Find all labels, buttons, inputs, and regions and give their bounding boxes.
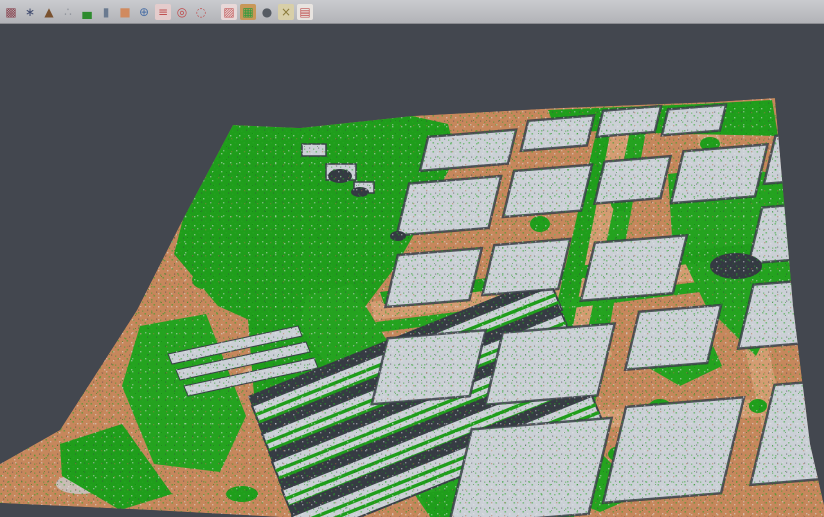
layers-icon[interactable]: ≡ — [155, 4, 171, 20]
building-icon[interactable]: ▮ — [98, 4, 114, 20]
points-icon[interactable]: ∗ — [22, 4, 38, 20]
selection-icon[interactable]: ◌ — [193, 4, 209, 20]
gear-icon[interactable]: ◎ — [174, 4, 190, 20]
ground-class-icon[interactable]: ■ — [117, 4, 133, 20]
toolbar-group-2: ▨▦●×▤ — [221, 4, 313, 20]
delete-icon[interactable]: ▨ — [221, 4, 237, 20]
vegetation-icon[interactable]: ▄ — [79, 4, 95, 20]
toolbar: ▩∗▲∴▄▮■⊕≡◎◌ ▨▦●×▤ — [0, 0, 824, 24]
terrain-mesh — [0, 24, 824, 517]
toolbar-group-1: ▩∗▲∴▄▮■⊕≡◎◌ — [3, 4, 209, 20]
speckle-overlay-2 — [0, 24, 824, 517]
globe-icon[interactable]: ⊕ — [136, 4, 152, 20]
scene-svg — [0, 24, 824, 517]
measure-icon[interactable]: × — [278, 4, 294, 20]
marker-icon[interactable]: ▩ — [3, 4, 19, 20]
classification-map-icon[interactable]: ▦ — [240, 4, 256, 20]
report-icon[interactable]: ▤ — [297, 4, 313, 20]
terrain-icon[interactable]: ▲ — [41, 4, 57, 20]
viewport-3d[interactable] — [0, 24, 824, 517]
grid-icon[interactable]: ∴ — [60, 4, 76, 20]
sphere-icon[interactable]: ● — [259, 4, 275, 20]
